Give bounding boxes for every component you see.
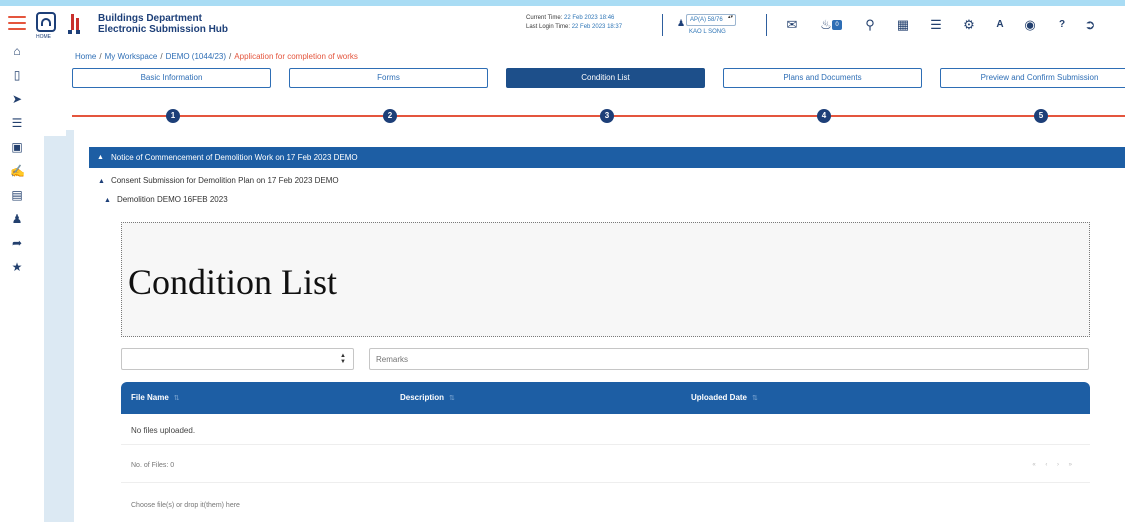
mail-icon[interactable]: ✉ <box>784 17 800 33</box>
step-condition-list[interactable]: Condition List <box>506 68 705 88</box>
help-icon[interactable]: ? <box>1054 17 1070 33</box>
step-plans-and-documents[interactable]: Plans and Documents <box>723 68 922 88</box>
accordion-level-3-label: Demolition DEMO 16FEB 2023 <box>116 195 228 204</box>
sidebar-nav: ⌂ ▯ ➤ ☰ ▣ ✍ ▤ ♟ ➦ ★ <box>10 44 32 284</box>
logo-caption: HOME <box>36 34 51 40</box>
breadcrumb-current: Application for completion of works <box>234 52 358 61</box>
column-description[interactable]: Description ⇅ <box>400 393 455 402</box>
condition-select[interactable]: ▲ ▼ <box>121 348 354 370</box>
top-header: HOME Buildings Department Electronic Sub… <box>32 6 1125 44</box>
user-profile-icon: ♟ <box>677 18 686 28</box>
row-divider <box>121 482 1090 483</box>
last-login-value: 22 Feb 2023 18:37 <box>571 24 623 30</box>
search-icon[interactable]: ⚲ <box>862 17 878 33</box>
sort-icon: ⇅ <box>752 395 758 402</box>
user-selector[interactable]: ♟ AP(A) 58/76 KAO L SONG <box>677 14 757 36</box>
content-gutter <box>66 130 74 522</box>
files-table: File Name ⇅ Description ⇅ Uploaded Date ⇅ N… <box>121 382 1090 509</box>
logout-icon[interactable]: ➲ <box>1082 17 1098 33</box>
card-icon[interactable]: ▤ <box>10 188 24 202</box>
accordion-level-2[interactable]: ▲ Consent Submission for Demolition Plan … <box>98 176 339 185</box>
brand-title: Buildings Department Electronic Submissi… <box>98 13 228 35</box>
last-login-label: Last Login Time: <box>526 24 571 30</box>
font-size-icon[interactable]: A <box>992 17 1008 33</box>
accordion-level-1-label: Notice of Commencement of Demolition Wor… <box>111 153 358 162</box>
accordion-level-3[interactable]: ▲ Demolition DEMO 16FEB 2023 <box>104 195 228 204</box>
empty-message: No files uploaded. <box>131 426 196 435</box>
home-logo-icon[interactable]: HOME <box>36 12 56 40</box>
column-uploaded-date[interactable]: Uploaded Date ⇅ <box>691 393 758 402</box>
network-icon[interactable]: ☰ <box>10 116 24 130</box>
user-role-select[interactable]: AP(A) 58/76 <box>686 14 736 26</box>
left-gutter <box>44 136 66 522</box>
handshake-icon[interactable]: ✍ <box>10 164 25 178</box>
step-dot-5: 5 <box>1034 109 1048 123</box>
breadcrumb-demo[interactable]: DEMO (1044/23) <box>166 52 226 61</box>
breadcrumb-workspace[interactable]: My Workspace <box>105 52 158 61</box>
accordion-level-1[interactable]: ▲ Notice of Commencement of Demolition W… <box>89 147 1125 168</box>
file-drop-zone[interactable]: Choose file(s) or drop it(them) here <box>131 502 240 509</box>
user-name: KAO L SONG <box>689 29 726 35</box>
star-icon[interactable]: ★ <box>10 260 24 274</box>
calendar-icon[interactable]: ▦ <box>895 17 911 33</box>
step-wizard: Basic Information Forms Condition List P… <box>72 68 1125 128</box>
current-time-label: Current Time: <box>526 15 563 21</box>
column-label: File Name <box>131 393 169 402</box>
condition-list-preview: Condition List <box>121 222 1090 337</box>
inbox-icon[interactable]: ▯ <box>10 68 24 82</box>
brand-line-1: Buildings Department <box>98 13 202 24</box>
time-info: Current Time: 22 Feb 2023 18:46 Last Log… <box>526 14 622 32</box>
menu-icon[interactable] <box>8 16 26 30</box>
home-icon[interactable]: ⌂ <box>10 44 24 58</box>
file-count: No. of Files: 0 <box>131 462 175 469</box>
collapse-icon: ▲ <box>98 178 105 185</box>
step-dot-3: 3 <box>600 109 614 123</box>
brand-line-2: Electronic Submission Hub <box>98 24 229 35</box>
row-divider <box>121 444 1090 445</box>
briefcase-icon[interactable]: ▣ <box>10 140 24 154</box>
breadcrumb-home[interactable]: Home <box>75 52 96 61</box>
condition-list-title: Condition List <box>128 262 338 302</box>
collapse-icon: ▲ <box>97 154 104 161</box>
notification-badge: 0 <box>832 20 842 30</box>
accordion-level-2-label: Consent Submission for Demolition Plan o… <box>110 176 339 185</box>
step-dot-4: 4 <box>817 109 831 123</box>
breadcrumb: Home / My Workspace / DEMO (1044/23) / Applica… <box>75 52 358 61</box>
step-forms[interactable]: Forms <box>289 68 488 88</box>
header-divider <box>662 14 663 36</box>
remarks-input[interactable] <box>369 348 1089 370</box>
pagination[interactable]: « ‹ › » <box>1032 462 1076 468</box>
current-time-value: 22 Feb 2023 18:46 <box>564 15 615 21</box>
column-file-name[interactable]: File Name ⇅ <box>131 393 180 402</box>
sort-icon: ⇅ <box>449 395 455 402</box>
sort-icon: ⇅ <box>173 395 180 402</box>
step-basic-information[interactable]: Basic Information <box>72 68 271 88</box>
sidebar: ⌂ ▯ ➤ ☰ ▣ ✍ ▤ ♟ ➦ ★ <box>0 6 66 522</box>
header-divider <box>766 14 767 36</box>
step-dot-1: 1 <box>166 109 180 123</box>
send-icon[interactable]: ➤ <box>10 92 24 106</box>
step-dot-2: 2 <box>383 109 397 123</box>
bd-logo-icon <box>68 12 84 34</box>
step-progress-line <box>72 115 1125 117</box>
column-label: Uploaded Date <box>691 393 748 402</box>
gear-icon[interactable]: ⚙ <box>961 17 977 33</box>
user-icon[interactable]: ♟ <box>10 212 24 226</box>
collapse-icon: ▲ <box>104 197 111 204</box>
table-header: File Name ⇅ Description ⇅ Uploaded Date ⇅ <box>121 382 1090 414</box>
share-icon[interactable]: ➦ <box>10 236 24 250</box>
main-content: Home / My Workspace / DEMO (1044/23) / Applica… <box>66 44 1125 522</box>
list-icon[interactable]: ☰ <box>928 17 944 33</box>
select-arrows-icon: ▲ ▼ <box>340 353 346 365</box>
column-label: Description <box>400 393 445 402</box>
globe-icon[interactable]: ◉ <box>1022 17 1038 33</box>
step-preview-and-confirm[interactable]: Preview and Confirm Submission <box>940 68 1125 88</box>
